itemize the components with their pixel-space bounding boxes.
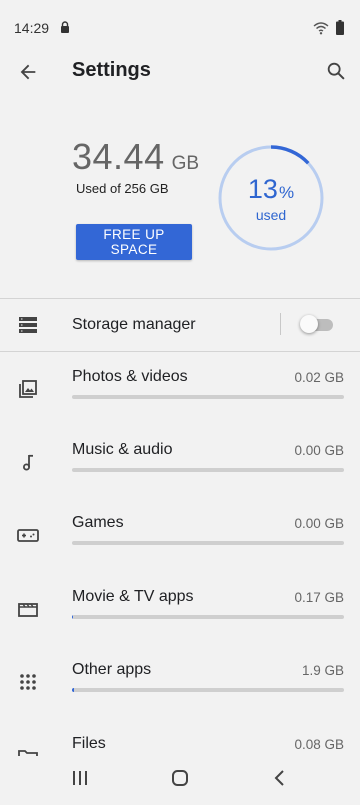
storage-usage-gauge: 13% used (217, 144, 325, 252)
wifi-icon (313, 21, 329, 35)
apps-grid-icon (16, 670, 40, 694)
back-nav-button[interactable] (262, 764, 298, 792)
category-usage-bar (72, 688, 344, 692)
category-usage-fill (72, 688, 74, 692)
toggle-thumb (300, 315, 318, 333)
category-row-movie-tv-apps[interactable]: Movie & TV apps 0.17 GB (0, 588, 360, 658)
category-row-other-apps[interactable]: Other apps 1.9 GB (0, 661, 360, 731)
movie-icon (16, 597, 40, 621)
category-label: Games (72, 514, 124, 532)
category-usage-bar (72, 468, 344, 472)
storage-manager-label: Storage manager (72, 316, 196, 334)
category-label: Music & audio (72, 441, 173, 459)
category-size: 0.17 GB (294, 590, 344, 605)
lock-icon (60, 21, 70, 33)
category-row-games[interactable]: Games 0.00 GB (0, 514, 360, 584)
recent-apps-icon (71, 770, 89, 786)
storage-total-label: Used of 256 GB (76, 181, 169, 196)
system-nav-bar (0, 756, 360, 800)
free-up-space-button[interactable]: FREE UP SPACE (76, 224, 192, 260)
recent-apps-button[interactable] (62, 764, 98, 792)
category-usage-bar (72, 541, 344, 545)
vertical-divider (280, 313, 281, 335)
storage-used-number: 34.44 (72, 136, 165, 178)
category-size: 1.9 GB (302, 663, 344, 678)
category-usage-bar (72, 615, 344, 619)
photo-library-icon (16, 377, 40, 401)
category-size: 0.08 GB (294, 737, 344, 752)
category-label: Movie & TV apps (72, 588, 194, 606)
gauge-percent-value: 13 (248, 174, 278, 204)
page-title: Settings (72, 59, 151, 82)
music-note-icon (16, 450, 40, 474)
category-row-photos-videos[interactable]: Photos & videos 0.02 GB (0, 368, 360, 438)
storage-used-amount: 34.44 GB (72, 136, 199, 178)
storage-manager-toggle[interactable] (300, 315, 334, 333)
chevron-left-icon (273, 769, 287, 787)
battery-icon (336, 20, 344, 35)
search-button[interactable] (322, 57, 350, 85)
storage-manager-icon (16, 313, 40, 337)
category-label: Files (72, 735, 106, 753)
back-button[interactable] (14, 58, 42, 86)
category-size: 0.00 GB (294, 516, 344, 531)
gamepad-icon (16, 523, 40, 547)
status-time: 14:29 (14, 20, 49, 36)
app-bar: Settings (0, 48, 360, 92)
home-button[interactable] (162, 764, 198, 792)
category-size: 0.02 GB (294, 370, 344, 385)
category-size: 0.00 GB (294, 443, 344, 458)
home-icon (171, 769, 189, 787)
gauge-caption: used (217, 207, 325, 223)
gauge-percent: 13% (217, 174, 325, 205)
category-label: Photos & videos (72, 368, 188, 386)
gauge-percent-symbol: % (279, 183, 294, 202)
storage-used-unit: GB (172, 153, 199, 175)
search-icon (325, 60, 347, 82)
category-usage-bar (72, 395, 344, 399)
category-row-music-audio[interactable]: Music & audio 0.00 GB (0, 441, 360, 511)
divider (0, 351, 360, 352)
category-label: Other apps (72, 661, 151, 679)
arrow-back-icon (17, 61, 39, 83)
storage-manager-row[interactable]: Storage manager (0, 299, 360, 351)
